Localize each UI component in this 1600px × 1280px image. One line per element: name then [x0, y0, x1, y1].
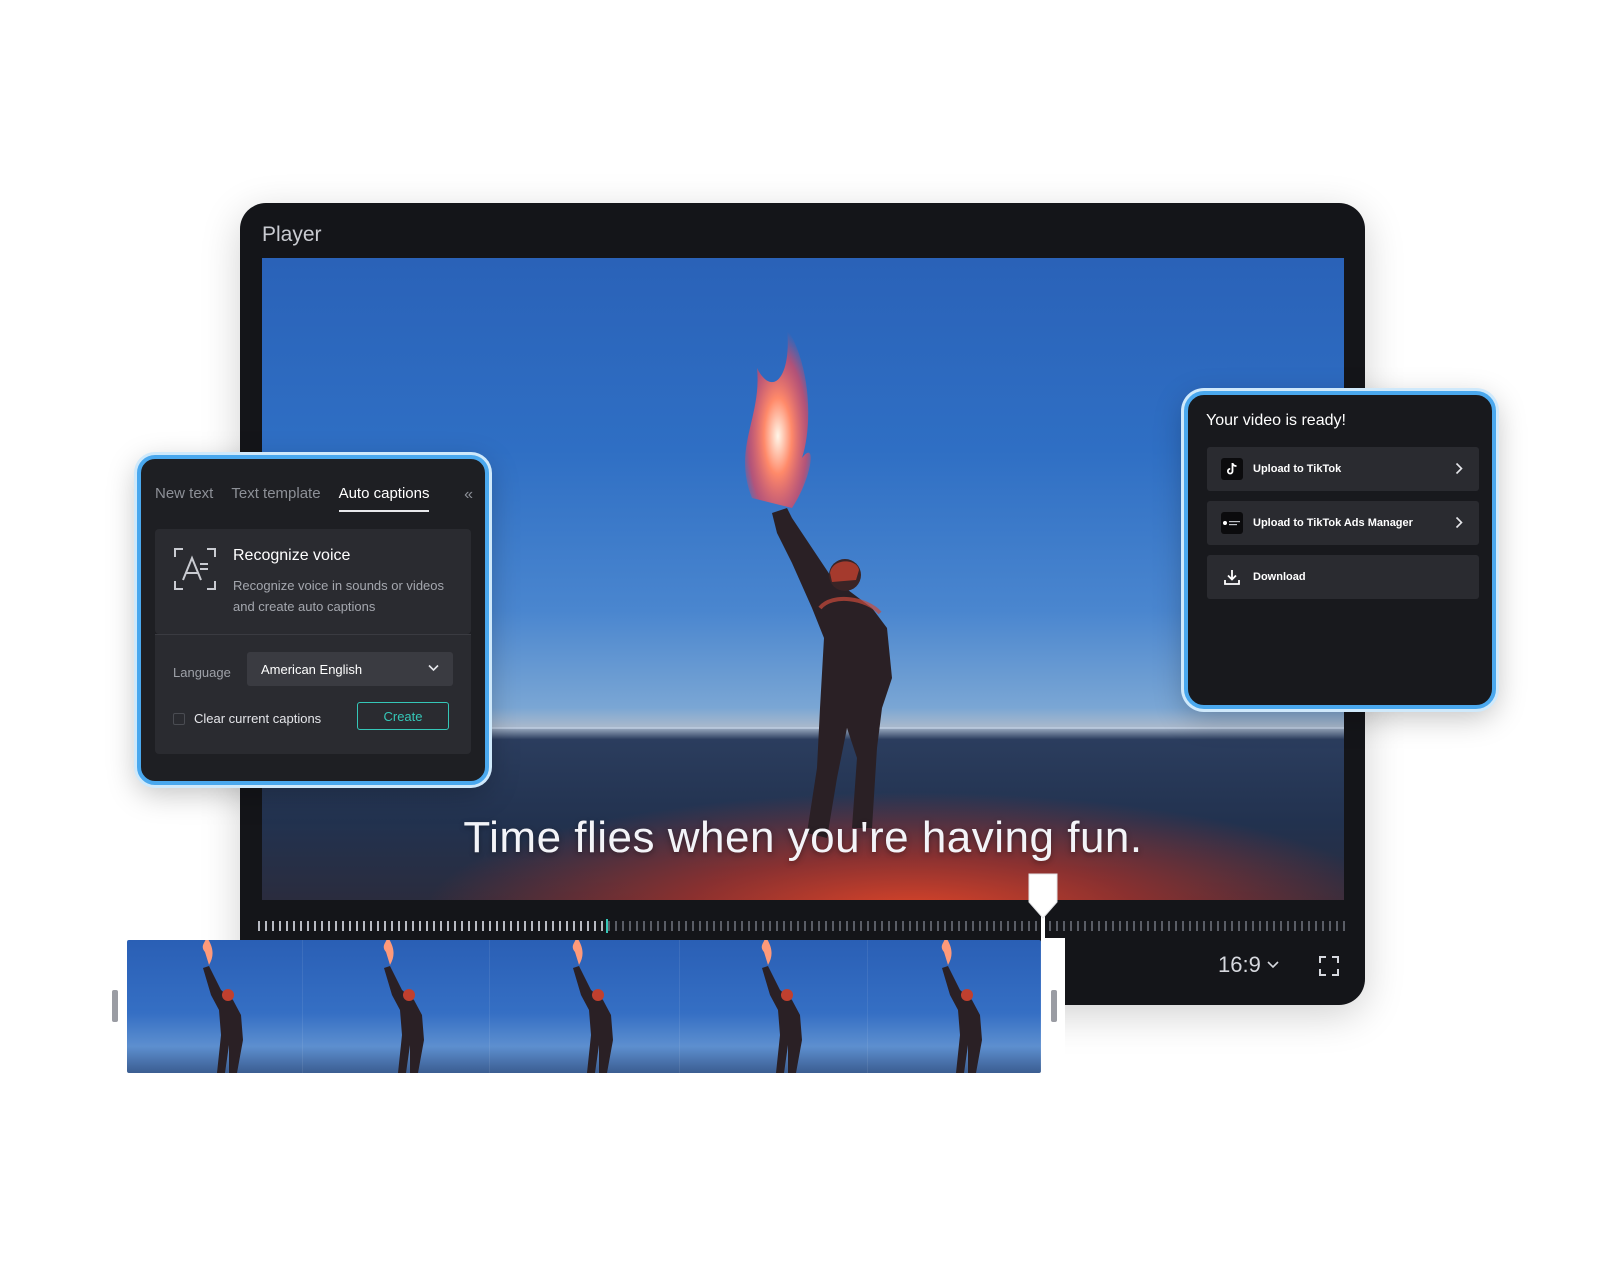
- recognize-voice-card: Recognize voice Recognize voice in sound…: [155, 529, 471, 634]
- recognize-voice-title: Recognize voice: [233, 547, 351, 564]
- timeline-filmstrip[interactable]: [127, 940, 1041, 1073]
- download-icon: [1221, 566, 1243, 588]
- filmstrip-frame: [303, 940, 490, 1073]
- language-label: Language: [173, 665, 231, 680]
- chevron-right-icon: [1455, 516, 1463, 529]
- timeline-marker: [606, 919, 608, 933]
- frame-thumbnail: [941, 940, 982, 1073]
- clear-captions-label: Clear current captions: [194, 711, 322, 726]
- download-label: Download: [1253, 571, 1306, 583]
- text-tabs: New text Text template Auto captions: [155, 485, 429, 512]
- export-title: Your video is ready!: [1206, 412, 1346, 429]
- collapse-icon[interactable]: «: [464, 486, 473, 504]
- upload-tiktok-label: Upload to TikTok: [1253, 463, 1342, 475]
- playhead-line[interactable]: [1041, 902, 1045, 1082]
- upload-tiktok-ads-label: Upload to TikTok Ads Manager: [1253, 517, 1413, 529]
- aspect-ratio-value: 16:9: [1218, 952, 1261, 977]
- chevron-down-icon: [428, 664, 439, 672]
- timeline-ruler-played: [258, 921, 608, 931]
- frame-thumbnail: [383, 940, 424, 1073]
- tab-new-text[interactable]: New text: [155, 485, 213, 502]
- auto-captions-panel: New text Text template Auto captions « R…: [137, 455, 489, 785]
- caption-settings: Language American English Clear current …: [155, 634, 471, 754]
- filmstrip-frame: [127, 940, 303, 1073]
- video-caption: Time flies when you're having fun.: [463, 813, 1143, 862]
- filmstrip-frame: [868, 940, 1041, 1073]
- upload-tiktok-ads-button[interactable]: Upload to TikTok Ads Manager: [1207, 501, 1479, 545]
- clear-captions-checkbox[interactable]: [173, 713, 185, 725]
- frame-thumbnail: [202, 940, 243, 1073]
- create-button[interactable]: Create: [357, 702, 449, 730]
- tiktok-icon: [1221, 458, 1243, 480]
- tab-auto-captions[interactable]: Auto captions: [338, 485, 429, 512]
- filmstrip-frame: [680, 940, 868, 1073]
- language-select[interactable]: American English: [247, 652, 453, 686]
- trim-handle-left[interactable]: [112, 990, 118, 1022]
- upload-tiktok-button[interactable]: Upload to TikTok: [1207, 447, 1479, 491]
- tab-text-template[interactable]: Text template: [231, 485, 320, 502]
- export-panel: Your video is ready! Upload to TikTok Up…: [1184, 391, 1496, 709]
- tiktok-ads-icon: [1221, 512, 1243, 534]
- player-title: Player: [262, 223, 322, 246]
- fullscreen-icon[interactable]: [1318, 955, 1340, 977]
- aspect-ratio-select[interactable]: 16:9: [1218, 952, 1279, 978]
- playhead-handle[interactable]: [1027, 872, 1059, 920]
- recognize-text-icon: [174, 548, 216, 590]
- frame-thumbnail: [761, 940, 802, 1073]
- language-value: American English: [261, 661, 363, 677]
- chevron-right-icon: [1455, 462, 1463, 475]
- download-button[interactable]: Download: [1207, 555, 1479, 599]
- person-with-flare-image: [745, 328, 892, 838]
- filmstrip-frame: [490, 940, 680, 1073]
- trim-handle-right[interactable]: [1051, 990, 1057, 1022]
- recognize-voice-description: Recognize voice in sounds or videos and …: [233, 578, 445, 614]
- frame-thumbnail: [572, 940, 613, 1073]
- chevron-down-icon: [1267, 961, 1279, 969]
